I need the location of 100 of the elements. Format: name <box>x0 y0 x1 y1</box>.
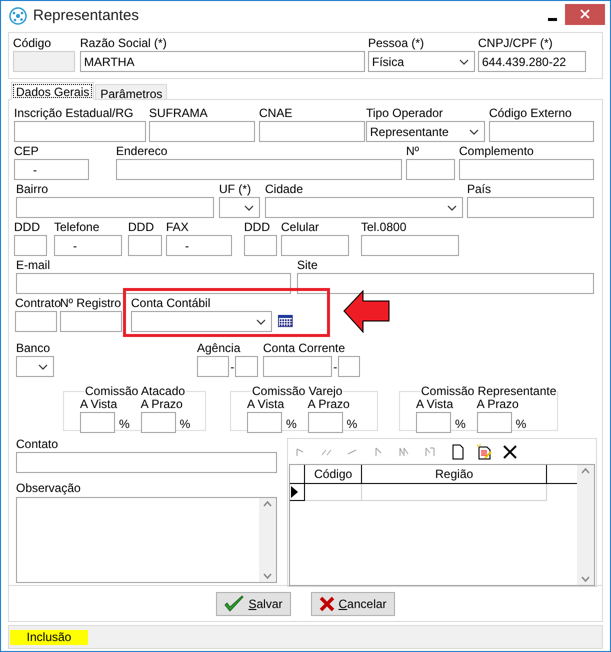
input-field[interactable] <box>476 412 512 433</box>
input-field[interactable] <box>416 412 451 433</box>
input-field[interactable] <box>116 159 402 180</box>
input-field[interactable] <box>259 121 365 142</box>
column-header[interactable]: Região <box>362 465 548 483</box>
input-field[interactable] <box>406 159 455 180</box>
input-field[interactable] <box>235 356 258 377</box>
scrollbar[interactable] <box>577 465 594 585</box>
scroll-down-icon[interactable] <box>263 573 272 579</box>
scroll-down-icon[interactable] <box>581 576 590 582</box>
cancel-button[interactable]: Cancelar <box>310 592 395 616</box>
field-label: FAX <box>166 221 190 234</box>
chevron-down-icon <box>469 128 479 134</box>
dropdown-field[interactable] <box>16 356 54 377</box>
field-label: Bairro <box>16 183 50 196</box>
unit-label: % <box>180 416 190 433</box>
field-label: CNPJ/CPF (*) <box>478 37 554 50</box>
field-label: CNAE <box>259 107 294 120</box>
field-label: A Prazo <box>308 398 351 411</box>
close-icon <box>580 9 590 19</box>
input-field[interactable] <box>247 412 282 433</box>
input-field[interactable] <box>467 197 594 218</box>
input-field[interactable] <box>459 159 594 180</box>
field-label: Código Externo <box>489 107 573 120</box>
input-field[interactable] <box>297 273 594 294</box>
input-field[interactable]: - <box>14 159 89 180</box>
field-label: Cidade <box>265 183 304 196</box>
input-field[interactable]: - <box>54 235 122 256</box>
field-label: Endereco <box>116 145 168 158</box>
input-field[interactable] <box>140 412 176 433</box>
save-button[interactable]: Salvar <box>216 592 290 616</box>
group-title: Comissão Varejo <box>251 385 344 398</box>
input-field[interactable] <box>244 235 277 256</box>
input-field[interactable] <box>14 235 47 256</box>
field-label: A Vista <box>247 398 286 411</box>
input-field[interactable] <box>80 412 115 433</box>
chevron-down-icon <box>459 58 469 64</box>
input-field[interactable] <box>14 121 146 142</box>
group-title: Comissão Representante <box>420 385 558 398</box>
dropdown-field[interactable]: Física <box>368 51 475 72</box>
group-title: Comissão Atacado <box>84 385 186 398</box>
row-indicator-icon <box>290 486 298 498</box>
calendar-icon[interactable] <box>278 314 293 328</box>
input-field[interactable] <box>197 356 230 377</box>
field-label: A Prazo <box>140 398 184 411</box>
check-icon <box>224 594 244 612</box>
field-label: Observação <box>16 482 82 495</box>
x-mark-icon <box>318 596 334 612</box>
minimize-icon <box>548 18 556 21</box>
field-label: Tel.0800 <box>361 221 408 234</box>
input-field[interactable] <box>308 412 343 433</box>
field-label: Nº Registro <box>60 297 122 310</box>
input-field[interactable] <box>16 452 278 473</box>
input-field[interactable] <box>149 121 255 142</box>
input-field[interactable] <box>15 311 57 332</box>
input-field[interactable] <box>16 197 214 218</box>
window-title: Representantes <box>33 6 139 26</box>
field-label: UF (*) <box>219 183 252 196</box>
field-label: País <box>467 183 492 196</box>
field-label: Pessoa (*) <box>368 37 426 50</box>
input-field[interactable]: - <box>166 235 232 256</box>
dropdown-field[interactable] <box>265 197 463 218</box>
input-field[interactable] <box>338 356 360 377</box>
field-label: A Vista <box>416 398 454 411</box>
tab[interactable]: Parâmetros <box>95 84 168 100</box>
scroll-up-icon[interactable] <box>581 468 590 474</box>
pointer-arrow <box>343 290 390 333</box>
close-button[interactable] <box>565 4 605 24</box>
field-label: Banco <box>16 342 52 355</box>
scrollbar[interactable] <box>259 498 276 582</box>
dropdown-field[interactable] <box>131 311 272 332</box>
input-field[interactable] <box>60 311 122 332</box>
unit-label: % <box>516 416 526 433</box>
input-field[interactable]: 644.439.280-22 <box>478 51 586 72</box>
input-field[interactable] <box>128 235 162 256</box>
field-label: Celular <box>281 221 320 234</box>
chevron-down-icon <box>38 364 48 370</box>
field-label: Código <box>13 37 52 50</box>
text-area[interactable] <box>16 497 278 583</box>
field-label: Inscrição Estadual/RG <box>14 107 134 120</box>
tab[interactable]: Dados Gerais <box>11 82 94 100</box>
field-label: Nº <box>406 145 420 158</box>
chevron-down-icon <box>256 318 266 324</box>
input-field[interactable] <box>489 121 594 142</box>
field-label: A Vista <box>80 398 118 411</box>
unit-label: % <box>455 416 466 433</box>
field-label: Site <box>297 259 319 272</box>
column-header[interactable]: Código <box>305 465 362 483</box>
input-field[interactable] <box>361 235 459 256</box>
input-field[interactable] <box>281 235 349 256</box>
field-label: Conta Contábil <box>131 297 212 310</box>
chevron-down-icon <box>244 204 254 210</box>
input-field[interactable] <box>263 356 332 377</box>
field-label: Razão Social (*) <box>80 37 168 50</box>
dropdown-field[interactable] <box>219 197 260 218</box>
dropdown-field[interactable]: Representante <box>366 121 485 142</box>
field-label: A Prazo <box>476 398 519 411</box>
scroll-up-icon[interactable] <box>263 501 272 507</box>
input-field[interactable] <box>16 273 291 294</box>
input-field[interactable]: MARTHA <box>80 51 365 72</box>
